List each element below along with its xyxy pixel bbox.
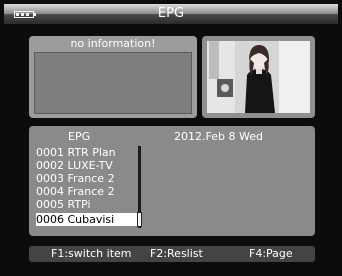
channel-list-item[interactable]: 0001 RTR Plan — [36, 146, 138, 159]
info-message: no information! — [70, 37, 156, 50]
epg-date: 2012.Feb 8 Wed — [174, 130, 263, 143]
info-content-area — [34, 52, 192, 114]
title-bar: EPG — [4, 4, 338, 24]
function-key-bar: F1:switch item F2:Reslist F4:Page — [29, 246, 315, 262]
channel-list-item[interactable]: 0004 France 2 — [36, 185, 138, 198]
preview-frame — [202, 36, 315, 118]
video-preview-icon — [207, 41, 310, 113]
channel-list-item[interactable]: 0002 LUXE-TV — [36, 159, 138, 172]
f1-switch-item-hint[interactable]: F1:switch item — [51, 247, 132, 261]
epg-screen: EPG no information! EPG 2012.Feb 8 Wed 0… — [0, 0, 342, 276]
epg-list-header: EPG — [68, 130, 91, 143]
page-title: EPG — [157, 6, 185, 21]
channel-list-item[interactable]: 0003 France 2 — [36, 172, 138, 185]
channel-list-item-selected[interactable]: 0006 Cubavisi — [36, 213, 138, 226]
program-info-panel: no information! — [29, 36, 197, 118]
channel-list-item[interactable]: 0005 RTPi — [36, 198, 138, 211]
f4-page-hint[interactable]: F4:Page — [249, 247, 293, 261]
epg-list-panel: EPG 2012.Feb 8 Wed 0001 RTR Plan 0002 LU… — [29, 126, 315, 236]
scrollbar-thumb[interactable] — [137, 212, 142, 227]
f2-reslist-hint[interactable]: F2:Reslist — [150, 247, 203, 261]
